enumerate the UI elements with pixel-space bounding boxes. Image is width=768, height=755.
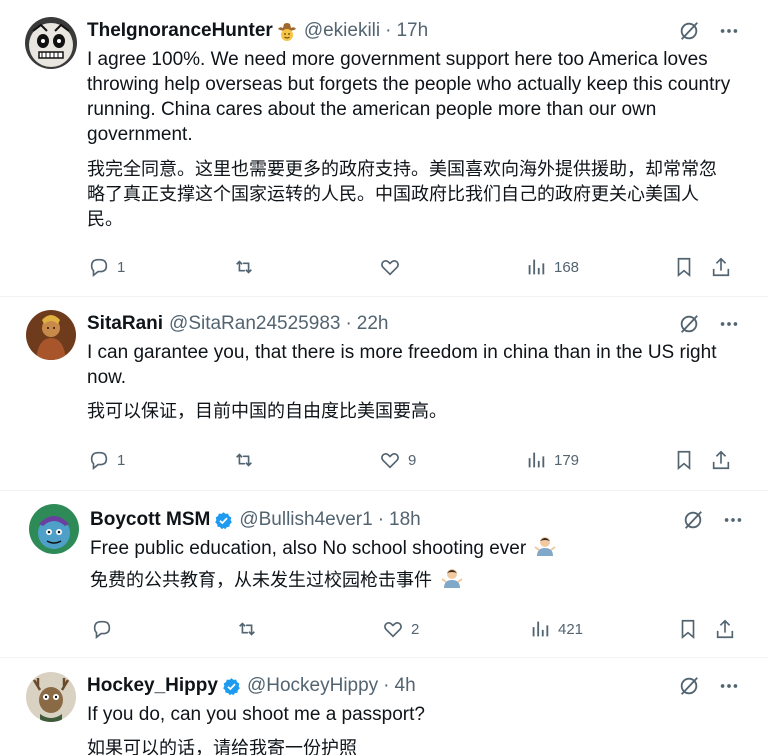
views-button[interactable]: 179 <box>525 449 579 471</box>
bookmark-icon <box>677 257 691 278</box>
reply-count: 1 <box>117 258 126 276</box>
tweet-text: If you do, can you shoot me a passport? <box>87 704 425 725</box>
handle[interactable]: @SitaRan24525983 <box>169 313 340 335</box>
separator-dot: · <box>377 509 385 530</box>
reply-icon <box>90 451 108 470</box>
avatar[interactable] <box>25 17 77 69</box>
action-bar: 2 421 <box>91 618 751 646</box>
like-count: 9 <box>408 451 417 469</box>
tweet-translation-row: 免费的公共教育，从未发生过校园枪击事件 <box>90 567 730 593</box>
like-icon <box>381 452 399 469</box>
repost-icon <box>236 260 252 274</box>
timestamp[interactable]: 17h <box>396 20 428 42</box>
grok-icon[interactable] <box>678 675 700 697</box>
tweet-text: I can garantee you, that there is more f… <box>87 342 717 388</box>
tweet-translation: 我完全同意。这里也需要更多的政府支持。美国喜欢向海外提供援助，却常常忽略了真正支… <box>87 159 717 230</box>
tweet[interactable]: SitaRani @SitaRan24525983 · 22h I can ga… <box>0 297 768 490</box>
grok-icon[interactable] <box>678 20 700 42</box>
share-icon <box>712 450 730 470</box>
tweet-translation: 免费的公共教育，从未发生过校园枪击事件 <box>90 570 432 591</box>
verified-badge-icon[interactable] <box>222 677 241 696</box>
views-button[interactable]: 168 <box>525 256 579 278</box>
handle[interactable]: @HockeyHippy <box>247 675 378 697</box>
more-icon[interactable] <box>718 20 740 42</box>
views-icon <box>528 259 545 275</box>
handle[interactable]: @Bullish4ever1 <box>239 509 372 531</box>
reply-count: 1 <box>117 451 126 469</box>
action-bar: 1 9 179 <box>88 449 748 477</box>
grok-icon[interactable] <box>682 509 704 531</box>
like-button[interactable]: 9 <box>379 449 416 471</box>
tweet-text: I agree 100%. We need more government su… <box>87 49 731 145</box>
share-icon <box>712 257 730 277</box>
tweet-text: Free public education, also No school sh… <box>90 538 527 559</box>
bookmark-button[interactable] <box>673 256 695 278</box>
display-name[interactable]: SitaRani <box>87 313 163 335</box>
more-icon[interactable] <box>722 509 744 531</box>
display-name[interactable]: TheIgnoranceHunter <box>87 20 273 42</box>
separator-dot: · <box>383 675 390 696</box>
views-button[interactable]: 421 <box>529 618 583 640</box>
action-bar: 1 168 <box>88 256 748 284</box>
avatar[interactable] <box>29 504 79 554</box>
views-count: 168 <box>554 258 580 276</box>
tweet-translation: 如果可以的话，请给我寄一份护照 <box>87 738 357 755</box>
separator-dot: · <box>345 313 352 334</box>
avatar[interactable] <box>26 672 76 722</box>
grok-icon[interactable] <box>678 313 700 335</box>
tweet-text-row: Free public education, also No school sh… <box>90 535 730 561</box>
separator-dot: · <box>385 20 392 41</box>
timestamp[interactable]: 4h <box>395 675 416 697</box>
views-count: 179 <box>554 451 580 469</box>
share-button[interactable] <box>710 449 732 471</box>
like-count: 2 <box>411 620 420 638</box>
tweet[interactable]: Hockey_Hippy @HockeyHippy · 4h If you do… <box>0 658 768 755</box>
reply-button[interactable]: 1 <box>88 256 125 278</box>
bookmark-icon <box>677 450 691 471</box>
like-icon <box>384 621 402 638</box>
like-button[interactable] <box>379 256 408 278</box>
avatar-image <box>26 672 76 722</box>
tweet-translation: 我可以保证，目前中国的自由度比美国要高。 <box>87 401 447 422</box>
more-icon[interactable] <box>718 675 740 697</box>
tweet[interactable]: Boycott MSM @Bullish4ever1 · 18h Free pu… <box>0 491 768 657</box>
reply-button[interactable]: 1 <box>88 449 125 471</box>
bookmark-button[interactable] <box>673 449 695 471</box>
reply-icon <box>90 258 108 277</box>
cowboy-emoji-icon <box>277 23 296 41</box>
share-button[interactable] <box>714 618 736 640</box>
display-name[interactable]: Hockey_Hippy <box>87 675 218 697</box>
bookmark-icon <box>681 619 695 640</box>
verified-badge-icon[interactable] <box>214 511 233 530</box>
reply-icon <box>93 620 111 639</box>
repost-button[interactable] <box>232 449 256 471</box>
timestamp[interactable]: 22h <box>357 313 389 335</box>
repost-button[interactable] <box>232 256 256 278</box>
tweet[interactable]: TheIgnoranceHunter @ekiekili · 17h I agr… <box>0 0 768 296</box>
handle[interactable]: @ekiekili <box>304 20 380 42</box>
bookmark-button[interactable] <box>677 618 699 640</box>
man-shrugging-emoji-icon <box>534 537 557 556</box>
like-button[interactable]: 2 <box>382 618 419 640</box>
views-icon <box>532 621 549 637</box>
repost-button[interactable] <box>235 618 259 640</box>
views-icon <box>528 452 545 468</box>
more-icon[interactable] <box>718 313 740 335</box>
views-count: 421 <box>558 620 584 638</box>
avatar-image <box>25 17 77 69</box>
reply-button[interactable] <box>91 618 113 640</box>
man-shrugging-emoji-icon <box>441 569 463 588</box>
repost-icon <box>236 453 252 467</box>
repost-icon <box>239 622 255 636</box>
share-button[interactable] <box>710 256 732 278</box>
avatar-image <box>29 504 79 554</box>
avatar-image <box>26 310 76 360</box>
display-name[interactable]: Boycott MSM <box>90 509 210 531</box>
timestamp[interactable]: 18h <box>389 509 421 531</box>
like-icon <box>381 259 399 276</box>
avatar[interactable] <box>26 310 76 360</box>
share-icon <box>716 619 734 639</box>
